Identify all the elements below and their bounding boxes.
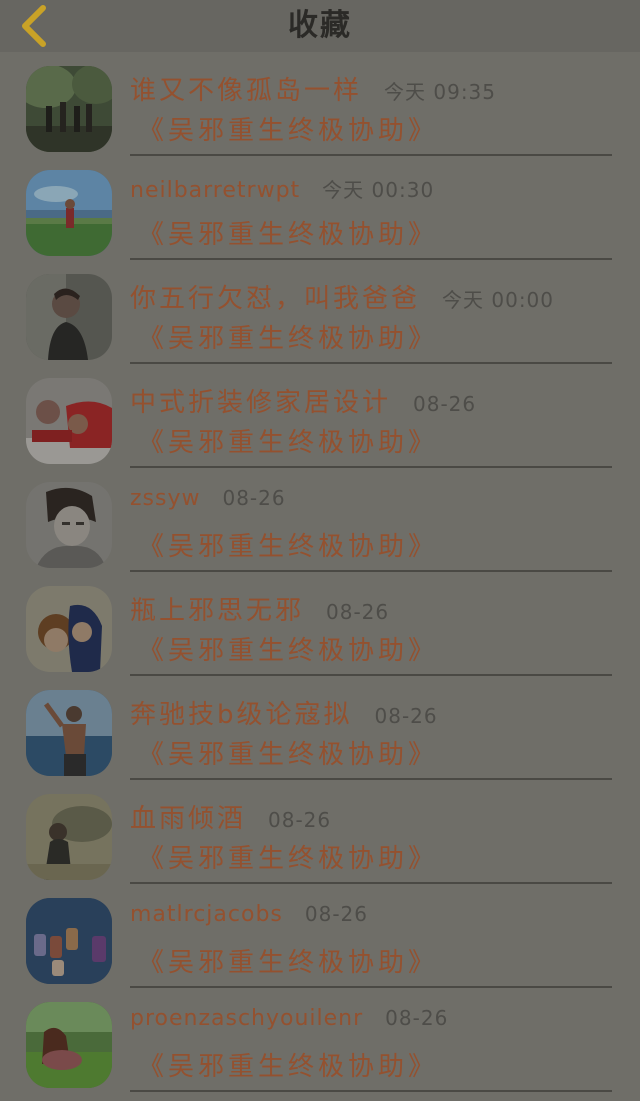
item-name: neilbarretrwpt xyxy=(130,178,301,203)
item-subtitle: 《吴邪重生终极协助》 xyxy=(138,636,439,666)
item-subtitle: 《吴邪重生终极协助》 xyxy=(138,948,439,978)
list-item[interactable]: zssyw 08-26 《吴邪重生终极协助》 xyxy=(0,468,640,572)
favorites-list: 谁又不像孤岛一样 今天 09:35 《吴邪重生终极协助》 neilbarretr… xyxy=(0,52,640,1092)
list-item[interactable]: 奔驰技b级论寇拟 08-26 《吴邪重生终极协助》 xyxy=(0,676,640,780)
list-item[interactable]: 你五行欠怼，叫我爸爸 今天 00:00 《吴邪重生终极协助》 xyxy=(0,260,640,364)
avatar xyxy=(26,586,112,672)
list-item[interactable]: 谁又不像孤岛一样 今天 09:35 《吴邪重生终极协助》 xyxy=(0,52,640,156)
avatar xyxy=(26,482,112,568)
item-name: proenzaschyouilenr xyxy=(130,1006,364,1031)
item-time: 08-26 xyxy=(413,392,477,416)
item-name: 中式折装修家居设计 xyxy=(130,388,392,418)
item-time: 08-26 xyxy=(222,486,286,510)
header-bar: 收藏 xyxy=(0,0,640,52)
item-subtitle: 《吴邪重生终极协助》 xyxy=(138,1052,439,1082)
list-item[interactable]: neilbarretrwpt 今天 00:30 《吴邪重生终极协助》 xyxy=(0,156,640,260)
item-subtitle: 《吴邪重生终极协助》 xyxy=(138,532,439,562)
item-name: matlrcjacobs xyxy=(130,902,283,927)
avatar xyxy=(26,898,112,984)
divider xyxy=(130,1090,612,1092)
item-name: 你五行欠怼，叫我爸爸 xyxy=(130,284,421,314)
item-name: 瓶上邪思无邪 xyxy=(130,596,305,626)
avatar xyxy=(26,66,112,152)
list-item[interactable]: 血雨倾酒 08-26 《吴邪重生终极协助》 xyxy=(0,780,640,884)
page-title: 收藏 xyxy=(288,8,352,43)
list-item[interactable]: proenzaschyouilenr 08-26 《吴邪重生终极协助》 xyxy=(0,988,640,1092)
item-subtitle: 《吴邪重生终极协助》 xyxy=(138,116,439,146)
item-subtitle: 《吴邪重生终极协助》 xyxy=(138,220,439,250)
avatar xyxy=(26,378,112,464)
list-item[interactable]: 中式折装修家居设计 08-26 《吴邪重生终极协助》 xyxy=(0,364,640,468)
item-name: 血雨倾酒 xyxy=(130,804,247,834)
item-name: 谁又不像孤岛一样 xyxy=(130,76,363,106)
item-time: 今天 00:30 xyxy=(322,178,435,202)
item-subtitle: 《吴邪重生终极协助》 xyxy=(138,428,439,458)
avatar xyxy=(26,274,112,360)
item-name: 奔驰技b级论寇拟 xyxy=(130,700,353,730)
item-time: 08-26 xyxy=(374,704,438,728)
avatar xyxy=(26,794,112,880)
item-subtitle: 《吴邪重生终极协助》 xyxy=(138,844,439,874)
item-time: 08-26 xyxy=(385,1006,449,1030)
item-subtitle: 《吴邪重生终极协助》 xyxy=(138,740,439,770)
item-time: 今天 09:35 xyxy=(384,80,497,104)
item-time: 08-26 xyxy=(268,808,332,832)
item-name: zssyw xyxy=(130,486,201,511)
item-time: 08-26 xyxy=(326,600,390,624)
list-item[interactable]: matlrcjacobs 08-26 《吴邪重生终极协助》 xyxy=(0,884,640,988)
item-time: 08-26 xyxy=(304,902,369,926)
list-item[interactable]: 瓶上邪思无邪 08-26 《吴邪重生终极协助》 xyxy=(0,572,640,676)
item-subtitle: 《吴邪重生终极协助》 xyxy=(138,324,439,354)
item-time: 今天 00:00 xyxy=(442,288,555,312)
avatar xyxy=(26,690,112,776)
avatar xyxy=(26,1002,112,1088)
avatar xyxy=(26,170,112,256)
